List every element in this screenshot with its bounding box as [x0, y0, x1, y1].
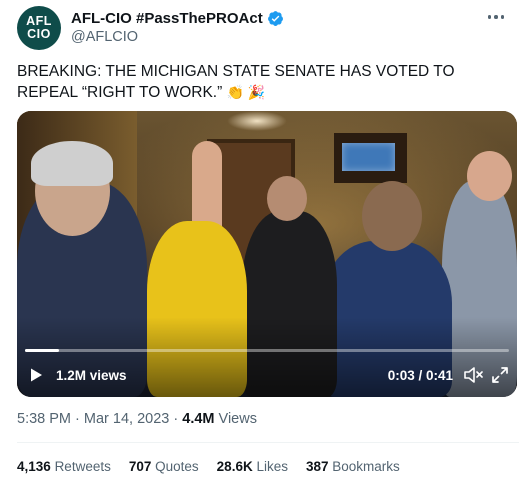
tweet-emoji: 👏 🎉	[226, 84, 266, 100]
video-controls-shade	[17, 317, 517, 397]
verified-badge-icon	[267, 11, 283, 26]
tweet-meta: 5:38 PM · Mar 14, 2023 · 4.4M Views	[17, 411, 257, 427]
stat-label: Bookmarks	[332, 459, 400, 474]
video-progress-bar[interactable]	[25, 349, 509, 352]
video-scene-tv	[342, 143, 395, 171]
fullscreen-icon[interactable]	[491, 366, 509, 384]
video-player[interactable]: 1.2M views 0:03 / 0:41	[17, 111, 517, 397]
stat-label: Quotes	[155, 459, 199, 474]
avatar-line-2: CIO	[27, 27, 51, 41]
video-scene-hair	[31, 141, 113, 186]
stat-label: Likes	[256, 459, 288, 474]
author-name-row: AFL-CIO #PassThePROAct	[71, 10, 284, 27]
video-progress-fill	[25, 349, 59, 352]
engagement-stats: 4,136 Retweets 707 Quotes 28.6K Likes 38…	[17, 459, 400, 474]
stat-likes[interactable]: 28.6K Likes	[217, 459, 288, 474]
stat-count: 28.6K	[216, 459, 253, 474]
meta-separator: ·	[75, 411, 80, 427]
stat-count: 387	[305, 459, 329, 474]
stat-count: 707	[128, 459, 152, 474]
stat-retweets[interactable]: 4,136 Retweets	[17, 459, 111, 474]
more-icon[interactable]	[485, 8, 507, 26]
volume-icon[interactable]	[463, 366, 483, 384]
handle[interactable]: @AFLCIO	[71, 29, 138, 45]
video-time: 0:03 / 0:41	[387, 368, 453, 383]
views-label: Views	[218, 411, 257, 427]
stat-label: Retweets	[54, 459, 111, 474]
video-view-count: 1.2M views	[56, 368, 127, 383]
stat-bookmarks[interactable]: 387 Bookmarks	[306, 459, 400, 474]
video-scene-head	[267, 176, 307, 221]
views-count: 4.4M	[182, 411, 215, 427]
display-name[interactable]: AFL-CIO #PassThePROAct	[71, 10, 263, 27]
meta-separator: ·	[173, 411, 179, 427]
avatar[interactable]: AFL CIO	[17, 6, 61, 50]
play-icon[interactable]	[28, 367, 44, 383]
video-scene-head	[467, 151, 512, 201]
tweet-date[interactable]: Mar 14, 2023	[84, 411, 169, 427]
tweet-time[interactable]: 5:38 PM	[17, 411, 71, 427]
video-scene-chandelier	[227, 111, 287, 131]
stat-quotes[interactable]: 707 Quotes	[129, 459, 199, 474]
tweet-text: BREAKING: THE MICHIGAN STATE SENATE HAS …	[17, 62, 507, 103]
stat-count: 4,136	[17, 459, 51, 474]
divider	[17, 442, 519, 443]
video-scene-head	[362, 181, 422, 251]
